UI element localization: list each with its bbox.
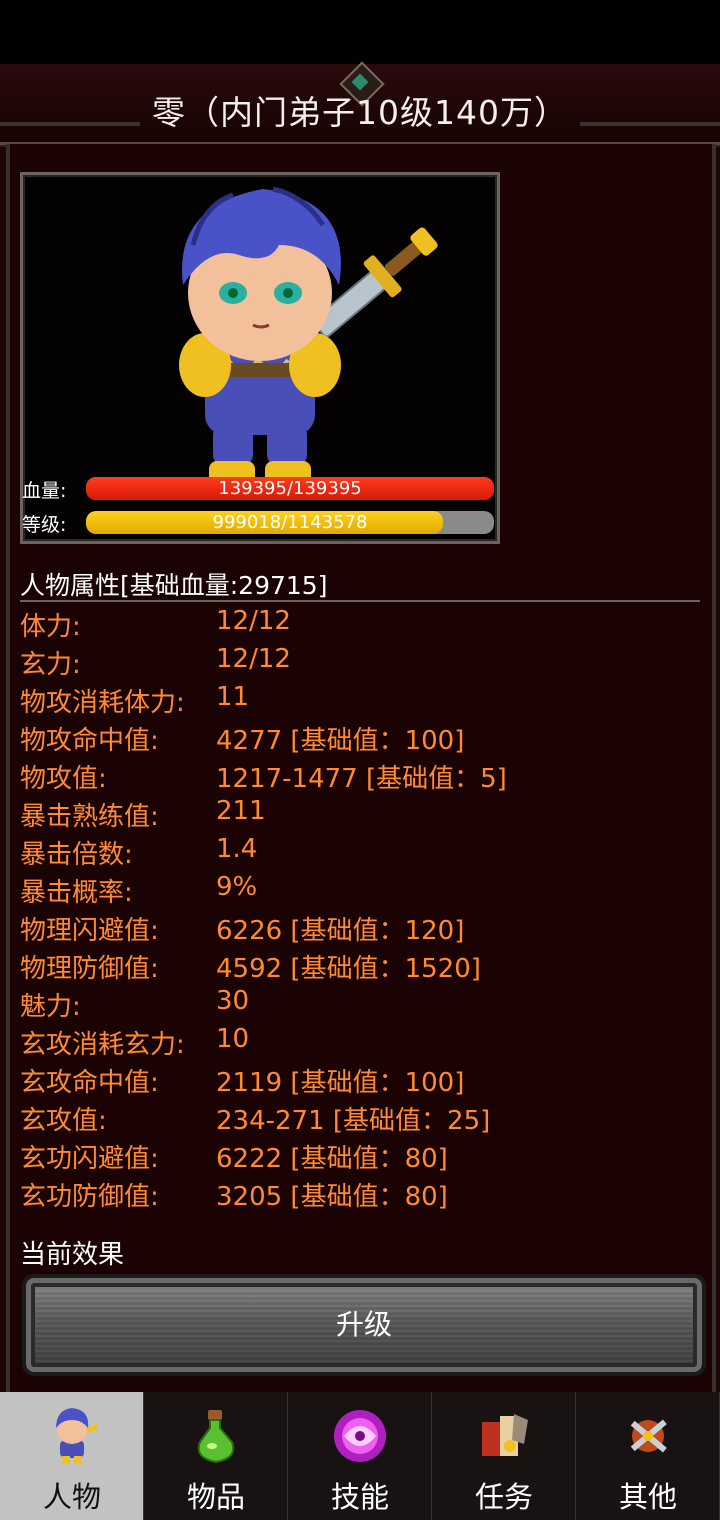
attribute-label: 玄攻消耗玄力: bbox=[20, 1030, 185, 1060]
attribute-row: 玄功防御值: 3205 [基础值：80] bbox=[20, 1176, 700, 1214]
attribute-row: 物攻命中值: 4277 [基础值：100] bbox=[20, 720, 700, 758]
attribute-row: 物理防御值: 4592 [基础值：1520] bbox=[20, 948, 700, 986]
tab-quests[interactable]: 任务 bbox=[432, 1392, 576, 1520]
attribute-label: 玄功闪避值: bbox=[20, 1144, 159, 1174]
attribute-label: 玄攻命中值: bbox=[20, 1068, 159, 1098]
potion-icon bbox=[197, 1410, 235, 1464]
attribute-value: 211 bbox=[216, 796, 266, 826]
tab-character[interactable]: 人物 bbox=[0, 1392, 144, 1520]
tab-label: 人物 bbox=[42, 1480, 101, 1514]
attributes-divider bbox=[20, 600, 700, 602]
attribute-row: 暴击熟练值: 211 bbox=[20, 796, 700, 834]
attribute-label: 物攻消耗体力: bbox=[20, 688, 185, 718]
level-value: 999018/1143578 bbox=[212, 512, 368, 533]
attribute-value: 6222 [基础值：80] bbox=[216, 1144, 448, 1174]
attribute-row: 玄力: 12/12 bbox=[20, 644, 700, 682]
skill-orb-icon bbox=[334, 1410, 386, 1462]
attribute-value: 9% bbox=[216, 872, 258, 902]
attribute-row: 魅力: 30 bbox=[20, 986, 700, 1024]
attribute-label: 暴击概率: bbox=[20, 878, 133, 908]
attribute-value: 6226 [基础值：120] bbox=[216, 916, 465, 946]
attribute-row: 玄攻消耗玄力: 10 bbox=[20, 1024, 700, 1062]
attributes-list: 体力: 12/12 玄力: 12/12 物攻消耗体力: 11 物攻命中值: 4277 [基础值… bbox=[20, 606, 700, 1214]
attribute-value: 12/12 bbox=[216, 606, 291, 636]
quest-icon bbox=[482, 1414, 528, 1456]
attribute-value: 234-271 [基础值：25] bbox=[216, 1106, 491, 1136]
attribute-label: 物攻命中值: bbox=[20, 726, 159, 756]
attribute-value: 11 bbox=[216, 682, 250, 712]
tab-label: 其他 bbox=[618, 1480, 677, 1514]
upgrade-button[interactable]: 升级 bbox=[22, 1274, 706, 1376]
attribute-label: 体力: bbox=[20, 612, 81, 642]
tab-other[interactable]: 其他 bbox=[576, 1392, 720, 1520]
bottom-tab-bar: 人物 物品 技能 任务 其他 bbox=[0, 1392, 720, 1520]
hp-bar: 139395/139395 bbox=[86, 477, 494, 500]
attribute-value: 10 bbox=[216, 1024, 250, 1054]
attribute-row: 暴击概率: 9% bbox=[20, 872, 700, 910]
attribute-row: 物攻消耗体力: 11 bbox=[20, 682, 700, 720]
attribute-value: 12/12 bbox=[216, 644, 291, 674]
attribute-value: 1217-1477 [基础值：5] bbox=[216, 764, 507, 794]
character-window: 零（内门弟子10级140万） 血量: 139395/139395 等级: 999… bbox=[0, 61, 720, 1392]
attribute-value: 1.4 bbox=[216, 834, 258, 864]
tab-label: 物品 bbox=[186, 1480, 245, 1514]
tab-skills[interactable]: 技能 bbox=[288, 1392, 432, 1520]
tab-label: 任务 bbox=[474, 1480, 533, 1514]
attribute-label: 玄功防御值: bbox=[20, 1182, 159, 1212]
hp-label: 血量: bbox=[22, 480, 67, 502]
attribute-label: 魅力: bbox=[20, 992, 81, 1022]
attribute-row: 体力: 12/12 bbox=[20, 606, 700, 644]
attribute-row: 玄攻命中值: 2119 [基础值：100] bbox=[20, 1062, 700, 1100]
attribute-row: 物攻值: 1217-1477 [基础值：5] bbox=[20, 758, 700, 796]
title-bar: 零（内门弟子10级140万） bbox=[0, 61, 720, 145]
attributes-header: 人物属性[基础血量:29715] bbox=[20, 571, 328, 600]
tab-label: 技能 bbox=[330, 1480, 389, 1514]
attribute-value: 4592 [基础值：1520] bbox=[216, 954, 481, 984]
tab-items[interactable]: 物品 bbox=[144, 1392, 288, 1520]
attribute-label: 玄攻值: bbox=[20, 1106, 107, 1136]
effects-label: 当前效果 bbox=[20, 1240, 125, 1270]
status-bar bbox=[0, 0, 720, 64]
attribute-value: 4277 [基础值：100] bbox=[216, 726, 465, 756]
attribute-row: 玄功闪避值: 6222 [基础值：80] bbox=[20, 1138, 700, 1176]
level-label: 等级: bbox=[22, 514, 67, 536]
attribute-label: 物理防御值: bbox=[20, 954, 159, 984]
attribute-row: 物理闪避值: 6226 [基础值：120] bbox=[20, 910, 700, 948]
attribute-label: 玄力: bbox=[20, 650, 81, 680]
attribute-value: 3205 [基础值：80] bbox=[216, 1182, 448, 1212]
attribute-row: 暴击倍数: 1.4 bbox=[20, 834, 700, 872]
window-title: 零（内门弟子10级140万） bbox=[152, 93, 568, 132]
attribute-label: 物攻值: bbox=[20, 764, 107, 794]
attribute-label: 物理闪避值: bbox=[20, 916, 159, 946]
attribute-row: 玄攻值: 234-271 [基础值：25] bbox=[20, 1100, 700, 1138]
attribute-value: 2119 [基础值：100] bbox=[216, 1068, 465, 1098]
character-icon bbox=[56, 1408, 99, 1464]
hp-value: 139395/139395 bbox=[218, 478, 362, 499]
level-bar: 999018/1143578 bbox=[86, 511, 494, 534]
attribute-label: 暴击倍数: bbox=[20, 840, 133, 870]
crossed-swords-icon bbox=[630, 1419, 667, 1453]
attribute-value: 30 bbox=[216, 986, 250, 1016]
attribute-label: 暴击熟练值: bbox=[20, 802, 159, 832]
